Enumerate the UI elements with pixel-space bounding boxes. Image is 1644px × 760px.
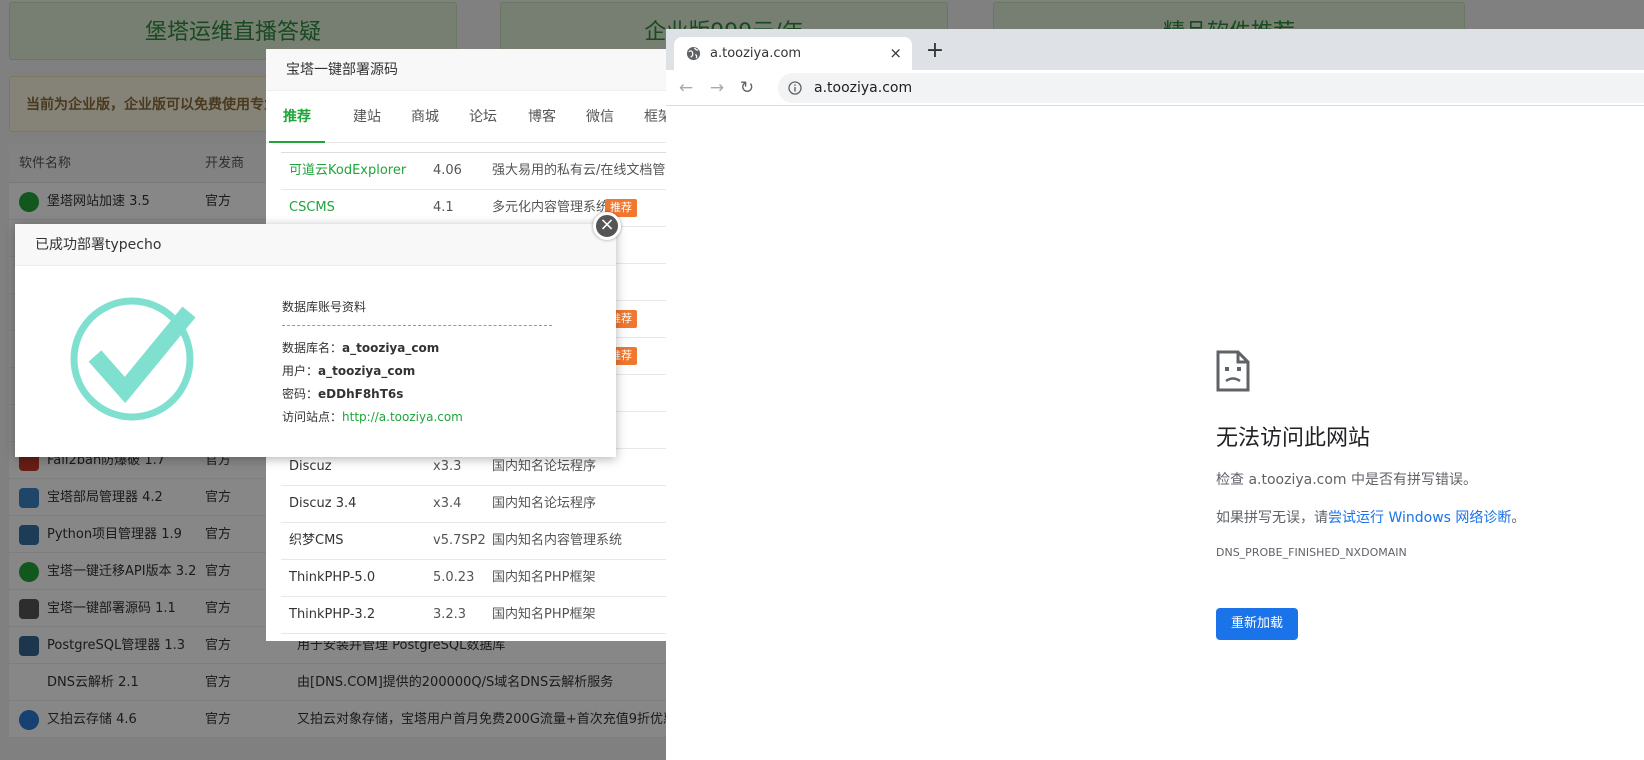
site-url-link[interactable]: http://a.tooziya.com [342,410,463,424]
site-url-row: 访问站点：http://a.tooziya.com [282,406,552,429]
database-info-heading: 数据库账号资料 [282,298,552,326]
table-row[interactable]: 织梦CMS v5.7SP2 国内知名内容管理系统 [281,523,678,560]
source-version: 4.06 [433,163,462,178]
tab-forum[interactable]: 论坛 [469,91,497,143]
tab-recommended[interactable]: 推荐 [269,91,325,143]
db-user-value[interactable]: a_tooziya_com [318,364,415,378]
error-page: 无法访问此网站 检查 a.tooziya.com 中是否有拼写错误。 如果拼写无… [666,107,1644,760]
source-description: 国内知名内容管理系统 [492,533,623,548]
db-password-row: 密码：eDDhF8hT6s [282,383,552,406]
db-password-value[interactable]: eDDhF8hT6s [318,387,403,401]
db-user-label: 用户： [282,364,319,378]
success-check-icon [70,297,196,421]
deploy-success-dialog: 已成功部署typecho 数据库账号资料 数据库名：a_tooziya_com … [15,224,616,457]
source-version: 3.2.3 [433,607,467,622]
tab-wechat[interactable]: 微信 [586,91,614,143]
browser-tab[interactable]: a.tooziya.com × [674,37,912,70]
diagnostics-suffix: 。 [1511,510,1526,526]
source-name: 织梦CMS [289,533,344,548]
source-version: 5.0.23 [433,570,475,585]
reload-button[interactable]: ↻ [733,74,761,102]
site-info-icon[interactable] [788,81,802,95]
db-password-label: 密码： [282,387,319,401]
browser-tabstrip: a.tooziya.com × + [666,29,1644,70]
source-name[interactable]: CSCMS [289,190,335,226]
deploy-dialog-title: 宝塔一键部署源码 [266,49,678,91]
diagnostics-prefix: 如果拼写无误，请 [1216,510,1328,526]
source-description: 国内知名PHP框架 [492,607,596,622]
source-name: ThinkPHP-5.0 [289,570,376,585]
back-button[interactable]: ← [672,74,700,102]
source-name: ThinkPHP-3.2 [289,607,376,622]
error-code: DNS_PROBE_FINISHED_NXDOMAIN [1216,546,1407,559]
table-row[interactable]: ThinkPHP-3.2 3.2.3 国内知名PHP框架 [281,597,678,634]
new-tab-button[interactable]: + [922,38,948,64]
tab-blog[interactable]: 博客 [528,91,556,143]
table-row[interactable]: Discuz 3.4 x3.4 国内知名论坛程序 [281,486,678,523]
tab-site[interactable]: 建站 [353,91,381,143]
forward-button[interactable]: → [703,74,731,102]
table-row[interactable]: ThinkPHP-5.0 5.0.23 国内知名PHP框架 [281,560,678,597]
source-description: 国内知名PHP框架 [492,570,596,585]
error-hint-diagnostics: 如果拼写无误，请尝试运行 Windows 网络诊断。 [1216,507,1525,527]
tab-shop[interactable]: 商城 [411,91,439,143]
error-title: 无法访问此网站 [1216,426,1371,451]
source-version: 4.1 [433,200,454,215]
database-info: 数据库账号资料 数据库名：a_tooziya_com 用户：a_tooziya_… [282,298,552,429]
deploy-tabs: 推荐 建站 商城 论坛 博客 微信 框架 [266,91,678,143]
source-description: 强大易用的私有云/在线文档管理 [492,163,678,178]
browser-toolbar: ← → ↻ a.tooziya.com [666,70,1644,106]
success-dialog-title: 已成功部署typecho [15,224,616,266]
source-version: v5.7SP2 [433,533,486,548]
globe-icon [686,46,701,61]
source-description: 国内知名论坛程序 [492,496,597,511]
address-url[interactable]: a.tooziya.com [814,73,912,103]
run-diagnostics-link[interactable]: 尝试运行 Windows 网络诊断 [1328,510,1511,526]
close-dialog-button[interactable]: × [593,212,621,240]
browser-window: a.tooziya.com × + ← → ↻ a.tooziya.com 无法… [666,29,1644,760]
table-row[interactable]: 可道云KodExplorer 4.06 强大易用的私有云/在线文档管理 [281,153,678,190]
error-hint-spelling: 检查 a.tooziya.com 中是否有拼写错误。 [1216,472,1478,488]
source-name[interactable]: 可道云KodExplorer [289,153,406,189]
db-name-row: 数据库名：a_tooziya_com [282,337,552,360]
sad-page-icon [1216,350,1250,392]
source-name: Discuz 3.4 [289,496,357,511]
browser-tab-title: a.tooziya.com [710,46,802,61]
close-tab-icon[interactable]: × [889,37,902,70]
db-name-label: 数据库名： [282,341,343,355]
source-version: x3.4 [433,496,462,511]
reload-page-button[interactable]: 重新加载 [1216,608,1298,640]
db-name-value[interactable]: a_tooziya_com [342,341,439,355]
address-bar[interactable]: a.tooziya.com [778,73,1644,103]
site-url-label: 访问站点： [282,410,343,424]
source-description: 多元化内容管理系统 [492,200,610,215]
db-user-row: 用户：a_tooziya_com [282,360,552,383]
